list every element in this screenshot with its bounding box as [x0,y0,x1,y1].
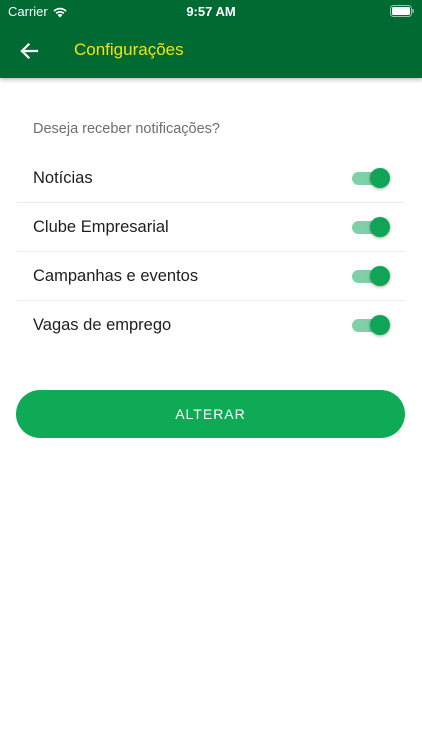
notifications-prompt: Deseja receber notificações? [33,121,220,137]
notification-options-list: Notícias Clube Empresarial Campanhas e e… [17,154,405,349]
toggle-vagas-de-emprego[interactable] [352,315,390,335]
submit-button[interactable]: ALTERAR [16,390,405,438]
toggle-thumb [370,315,390,335]
battery-icon [390,5,414,17]
option-row-noticias: Notícias [17,154,405,203]
toggle-noticias[interactable] [352,168,390,188]
arrow-left-icon [20,42,39,60]
app-bar: Configurações [0,24,422,78]
status-time: 9:57 AM [186,4,236,19]
toggle-thumb [370,217,390,237]
status-bar: Carrier 9:57 AM [0,0,422,24]
toggle-thumb [370,168,390,188]
option-label: Vagas de emprego [33,316,172,334]
top-bar: Carrier 9:57 AM Configurações [0,0,422,78]
back-button[interactable] [12,34,46,68]
option-row-clube-empresarial: Clube Empresarial [17,203,405,252]
settings-screen: Carrier 9:57 AM Configurações Deseja rec… [0,0,422,750]
toggle-clube-empresarial[interactable] [352,217,390,237]
toggle-thumb [370,266,390,286]
option-label: Notícias [33,169,93,187]
option-label: Campanhas e eventos [33,267,199,285]
option-row-campanhas-e-eventos: Campanhas e eventos [17,252,405,301]
page-title: Configurações [74,40,184,59]
option-row-vagas-de-emprego: Vagas de emprego [17,301,405,349]
option-label: Clube Empresarial [33,218,169,236]
toggle-campanhas-e-eventos[interactable] [352,266,390,286]
